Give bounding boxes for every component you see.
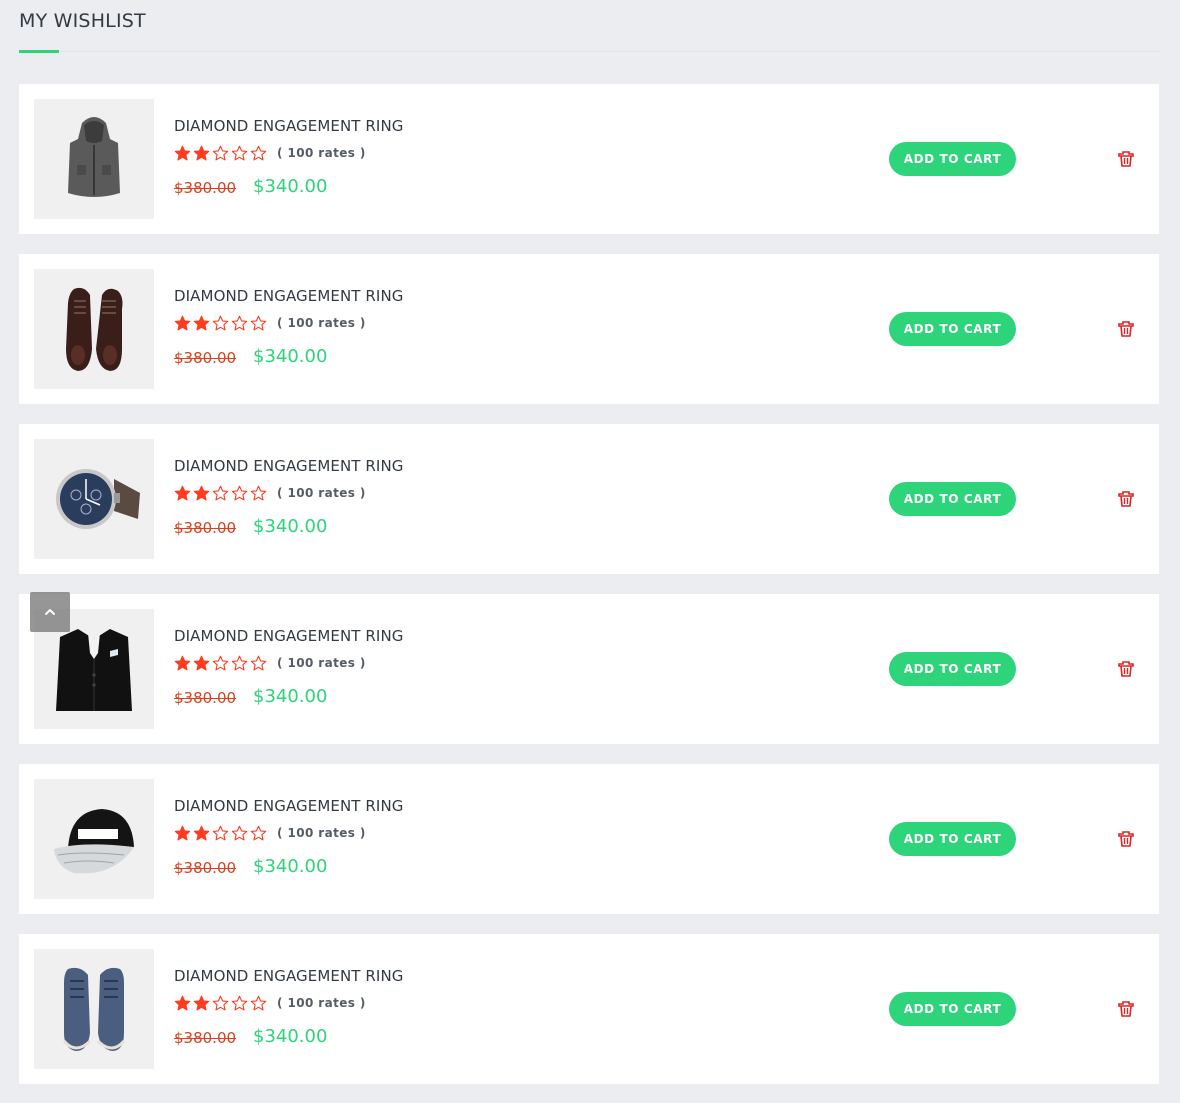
- product-image[interactable]: [34, 439, 154, 559]
- old-price: $380.00: [174, 519, 237, 537]
- star-empty-icon: [250, 145, 267, 160]
- old-price: $380.00: [174, 179, 237, 197]
- star-empty-icon: [250, 655, 267, 670]
- star-filled-icon: [174, 315, 191, 330]
- dress-shoes-icon: [66, 287, 123, 371]
- product-rating: ( 100 rates ): [174, 484, 366, 502]
- wishlist-item: DIAMOND ENGAGEMENT RING ( 100 rates ) $3…: [19, 84, 1159, 234]
- add-to-cart-button[interactable]: ADD TO CART: [889, 652, 1016, 686]
- star-empty-icon: [212, 485, 229, 500]
- suede-boots-icon: [62, 967, 126, 1051]
- star-filled-icon: [193, 485, 210, 500]
- star-filled-icon: [193, 315, 210, 330]
- star-filled-icon: [174, 825, 191, 840]
- product-rating: ( 100 rates ): [174, 994, 366, 1012]
- product-image[interactable]: [34, 779, 154, 899]
- star-empty-icon: [212, 825, 229, 840]
- add-to-cart-button[interactable]: ADD TO CART: [889, 142, 1016, 176]
- rating-count: ( 100 rates ): [277, 996, 366, 1010]
- page-title: MY WISHLIST: [19, 10, 146, 32]
- scroll-to-top-button[interactable]: [30, 592, 70, 632]
- product-image[interactable]: [34, 99, 154, 219]
- trash-icon[interactable]: [1117, 320, 1135, 338]
- star-empty-icon: [231, 825, 248, 840]
- sale-price: $340.00: [253, 516, 328, 537]
- product-rating: ( 100 rates ): [174, 144, 366, 162]
- old-price: $380.00: [174, 859, 237, 877]
- star-filled-icon: [193, 145, 210, 160]
- product-rating: ( 100 rates ): [174, 824, 366, 842]
- star-filled-icon: [174, 995, 191, 1010]
- star-empty-icon: [212, 145, 229, 160]
- product-image[interactable]: [34, 949, 154, 1069]
- star-empty-icon: [250, 825, 267, 840]
- wishlist: DIAMOND ENGAGEMENT RING ( 100 rates ) $3…: [19, 84, 1159, 1103]
- wishlist-item: DIAMOND ENGAGEMENT RING ( 100 rates ) $3…: [19, 424, 1159, 574]
- trash-icon[interactable]: [1117, 660, 1135, 678]
- product-name[interactable]: DIAMOND ENGAGEMENT RING: [174, 457, 404, 475]
- chevron-up-icon: [45, 609, 55, 615]
- add-to-cart-button[interactable]: ADD TO CART: [889, 482, 1016, 516]
- add-to-cart-button[interactable]: ADD TO CART: [889, 992, 1016, 1026]
- sale-price: $340.00: [253, 686, 328, 707]
- star-filled-icon: [174, 655, 191, 670]
- rating-count: ( 100 rates ): [277, 486, 366, 500]
- hooded-vest-icon: [68, 117, 120, 197]
- star-empty-icon: [231, 655, 248, 670]
- wishlist-item: DIAMOND ENGAGEMENT RING ( 100 rates ) $3…: [19, 594, 1159, 744]
- product-rating: ( 100 rates ): [174, 654, 366, 672]
- trash-icon[interactable]: [1117, 830, 1135, 848]
- star-empty-icon: [212, 995, 229, 1010]
- star-filled-icon: [174, 485, 191, 500]
- rating-count: ( 100 rates ): [277, 826, 366, 840]
- star-empty-icon: [231, 145, 248, 160]
- wishlist-item: DIAMOND ENGAGEMENT RING ( 100 rates ) $3…: [19, 254, 1159, 404]
- old-price: $380.00: [174, 1029, 237, 1047]
- star-empty-icon: [250, 995, 267, 1010]
- rating-count: ( 100 rates ): [277, 146, 366, 160]
- star-filled-icon: [193, 825, 210, 840]
- product-name[interactable]: DIAMOND ENGAGEMENT RING: [174, 967, 404, 985]
- wristwatch-icon: [56, 469, 140, 529]
- sale-price: $340.00: [253, 176, 328, 197]
- title-accent-bar: [19, 50, 59, 53]
- product-name[interactable]: DIAMOND ENGAGEMENT RING: [174, 287, 404, 305]
- rating-count: ( 100 rates ): [277, 656, 366, 670]
- product-name[interactable]: DIAMOND ENGAGEMENT RING: [174, 797, 404, 815]
- blazer-icon: [56, 629, 132, 711]
- title-divider: [19, 51, 1160, 52]
- trash-icon[interactable]: [1117, 1000, 1135, 1018]
- sale-price: $340.00: [253, 1026, 328, 1047]
- star-filled-icon: [193, 655, 210, 670]
- old-price: $380.00: [174, 689, 237, 707]
- sale-price: $340.00: [253, 856, 328, 877]
- star-empty-icon: [212, 315, 229, 330]
- star-filled-icon: [193, 995, 210, 1010]
- star-empty-icon: [212, 655, 229, 670]
- star-empty-icon: [250, 485, 267, 500]
- star-empty-icon: [250, 315, 267, 330]
- product-name[interactable]: DIAMOND ENGAGEMENT RING: [174, 117, 404, 135]
- wishlist-item: DIAMOND ENGAGEMENT RING ( 100 rates ) $3…: [19, 934, 1159, 1084]
- product-name[interactable]: DIAMOND ENGAGEMENT RING: [174, 627, 404, 645]
- star-empty-icon: [231, 315, 248, 330]
- star-filled-icon: [174, 145, 191, 160]
- rating-count: ( 100 rates ): [277, 316, 366, 330]
- old-price: $380.00: [174, 349, 237, 367]
- trash-icon[interactable]: [1117, 150, 1135, 168]
- star-empty-icon: [231, 485, 248, 500]
- product-rating: ( 100 rates ): [174, 314, 366, 332]
- add-to-cart-button[interactable]: ADD TO CART: [889, 822, 1016, 856]
- product-image[interactable]: [34, 269, 154, 389]
- star-empty-icon: [231, 995, 248, 1010]
- trash-icon[interactable]: [1117, 490, 1135, 508]
- add-to-cart-button[interactable]: ADD TO CART: [889, 312, 1016, 346]
- sale-price: $340.00: [253, 346, 328, 367]
- wishlist-item: DIAMOND ENGAGEMENT RING ( 100 rates ) $3…: [19, 764, 1159, 914]
- snapback-cap-icon: [54, 809, 134, 874]
